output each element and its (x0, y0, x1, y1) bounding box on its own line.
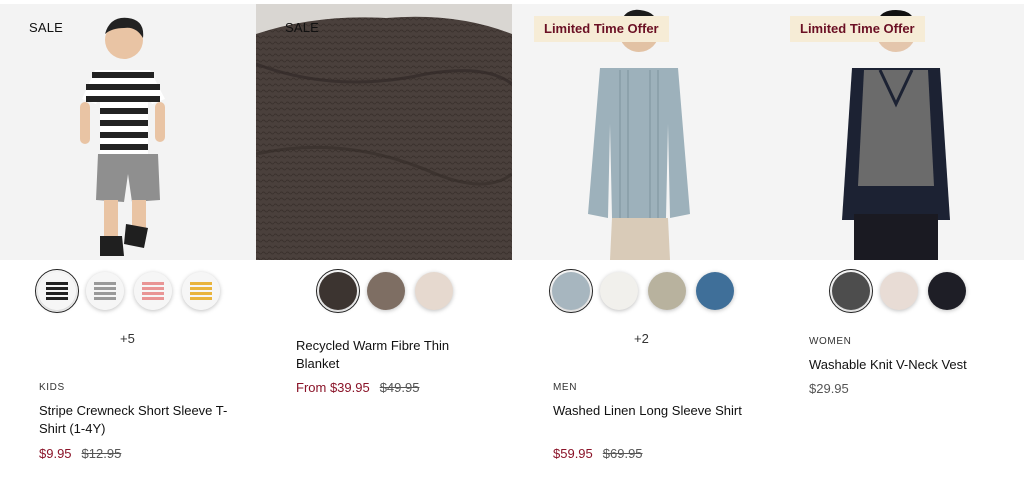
blanket-photo (256, 4, 512, 260)
color-swatches (549, 269, 734, 313)
swatch-pink-stripe[interactable] (134, 272, 172, 310)
men-shirt-photo (512, 4, 768, 260)
more-colors-link[interactable]: +2 (634, 331, 649, 346)
product-image[interactable]: SALE (256, 4, 512, 260)
product-price: $59.95 $69.95 (553, 446, 643, 461)
tee-thumb-icon (134, 272, 172, 310)
product-name[interactable]: Washed Linen Long Sleeve Shirt (553, 402, 743, 420)
regular-price: $29.95 (809, 381, 849, 396)
product-image[interactable]: Limited Time Offer (768, 4, 1024, 260)
product-name[interactable]: Recycled Warm Fibre Thin Blanket (296, 337, 486, 373)
swatch-khaki[interactable] (648, 272, 686, 310)
kid-photo (0, 4, 256, 260)
more-colors-link[interactable]: +5 (120, 331, 135, 346)
sale-badge: SALE (285, 20, 320, 35)
swatch-white[interactable] (600, 272, 638, 310)
swatch-black-stripe[interactable] (35, 269, 79, 313)
swatch-charcoal[interactable] (829, 269, 873, 313)
sale-price: $9.95 (39, 446, 72, 461)
product-card-linen-shirt[interactable]: Limited Time Offer +2 MEN Washed Linen L… (512, 0, 768, 503)
product-category: WOMEN (809, 336, 852, 347)
product-price: $9.95 $12.95 (39, 446, 121, 461)
product-image[interactable]: Limited Time Offer (512, 4, 768, 260)
original-price: $12.95 (81, 446, 122, 461)
tee-thumb-icon (86, 272, 124, 310)
swatch-blue[interactable] (696, 272, 734, 310)
color-swatches (829, 269, 966, 313)
women-vest-photo (768, 4, 1024, 260)
swatch-yellow-stripe[interactable] (182, 272, 220, 310)
swatch-grey-stripe[interactable] (86, 272, 124, 310)
swatch-taupe[interactable] (367, 272, 405, 310)
product-name[interactable]: Stripe Crewneck Short Sleeve T-Shirt (1-… (39, 402, 229, 438)
product-price: From $39.95 $49.95 (296, 380, 419, 395)
product-name[interactable]: Washable Knit V-Neck Vest (809, 356, 999, 374)
swatch-beige[interactable] (415, 272, 453, 310)
color-swatches (35, 269, 220, 313)
swatch-black[interactable] (928, 272, 966, 310)
limited-offer-badge: Limited Time Offer (790, 16, 925, 42)
original-price: $49.95 (379, 380, 420, 395)
swatch-dark-brown[interactable] (316, 269, 360, 313)
tee-thumb-icon (38, 272, 76, 310)
sale-price: From $39.95 (296, 380, 370, 395)
limited-offer-badge: Limited Time Offer (534, 16, 669, 42)
product-category: KIDS (39, 382, 65, 393)
sale-badge: SALE (29, 20, 64, 35)
product-price: $29.95 (809, 381, 849, 396)
swatch-grey-stripe[interactable] (549, 269, 593, 313)
swatch-light-pink[interactable] (880, 272, 918, 310)
original-price: $69.95 (602, 446, 643, 461)
color-swatches (316, 269, 453, 313)
tee-thumb-icon (182, 272, 220, 310)
sale-price: $59.95 (553, 446, 593, 461)
product-card-kids-stripe-tee[interactable]: SALE +5 KIDS Stripe Crewneck Short Sleev… (0, 0, 256, 503)
product-card-knit-vest[interactable]: Limited Time Offer WOMEN Washable Knit V… (768, 0, 1024, 503)
product-card-blanket[interactable]: SALE Recycled Warm Fibre Thin Blanket Fr… (256, 0, 512, 503)
product-image[interactable]: SALE (0, 4, 256, 260)
product-category: MEN (553, 382, 578, 393)
